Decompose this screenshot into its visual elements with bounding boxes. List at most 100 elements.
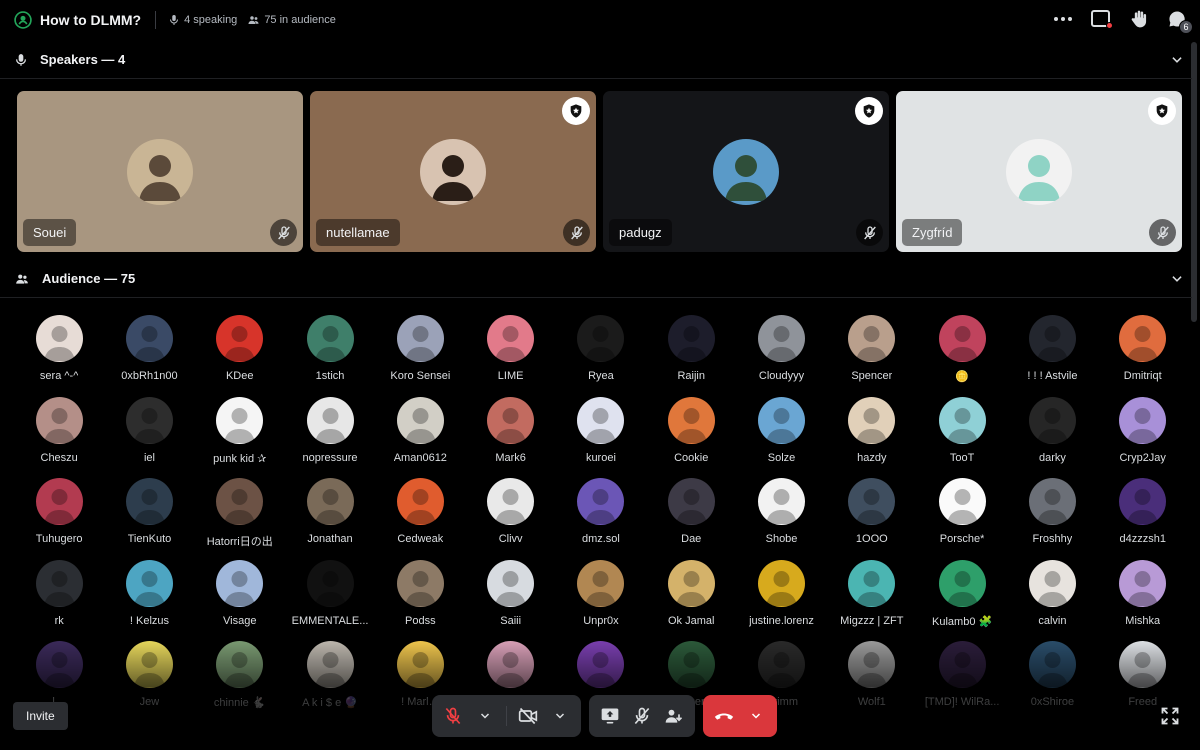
audience-member[interactable]: 0xbRh1n00 <box>104 315 194 397</box>
audience-avatar[interactable] <box>848 315 896 362</box>
audience-member[interactable]: hazdy <box>827 396 917 479</box>
audience-avatar[interactable] <box>125 641 173 688</box>
audience-avatar[interactable] <box>1028 396 1076 444</box>
audience-member[interactable]: Koro Sensei <box>375 315 465 397</box>
video-button[interactable] <box>513 701 543 731</box>
audience-avatar[interactable] <box>1119 315 1167 362</box>
audience-member[interactable]: LIME <box>465 315 555 397</box>
audience-avatar[interactable] <box>1028 559 1076 607</box>
audience-avatar[interactable] <box>848 478 896 525</box>
leave-options-button[interactable] <box>741 701 771 731</box>
audience-avatar[interactable] <box>125 559 173 607</box>
audience-avatar[interactable] <box>577 478 625 525</box>
audience-avatar[interactable] <box>1119 559 1167 607</box>
audience-member[interactable]: Cloudyyy <box>736 315 826 397</box>
audience-avatar[interactable] <box>938 396 986 444</box>
audience-member[interactable]: Clivv <box>465 478 555 560</box>
audience-avatar[interactable] <box>1028 315 1076 362</box>
audience-avatar[interactable] <box>848 641 896 688</box>
audience-avatar[interactable] <box>848 559 896 607</box>
audience-member[interactable]: punk kid ✰ <box>195 396 285 479</box>
audience-avatar[interactable] <box>396 641 444 688</box>
audience-avatar[interactable] <box>125 315 173 362</box>
speaker-tile[interactable]: Souei <box>17 91 303 252</box>
audience-member[interactable]: 0xShiroe <box>1007 641 1097 723</box>
audience-member[interactable]: Migzzz | ZFT <box>827 559 917 642</box>
audience-member[interactable]: Dmitriqt <box>1098 315 1186 397</box>
screen-icon[interactable] <box>1090 8 1113 30</box>
audience-member[interactable]: Jonathan <box>285 478 375 560</box>
audience-member[interactable]: Dae <box>646 478 736 560</box>
audience-avatar[interactable] <box>306 559 354 607</box>
audience-avatar[interactable] <box>487 641 535 688</box>
audience-member[interactable]: Shobe <box>736 478 826 560</box>
audience-avatar[interactable] <box>758 641 806 688</box>
audience-member[interactable]: Wolf1 <box>827 641 917 723</box>
audience-avatar[interactable] <box>577 396 625 444</box>
audience-avatar[interactable] <box>577 559 625 607</box>
audience-avatar[interactable] <box>35 641 83 688</box>
audience-avatar[interactable] <box>1028 641 1076 688</box>
audience-avatar[interactable] <box>35 478 83 525</box>
audience-member[interactable]: Podss <box>375 559 465 642</box>
audience-member[interactable]: KDee <box>195 315 285 397</box>
audience-avatar[interactable] <box>577 315 625 362</box>
audience-avatar[interactable] <box>938 315 986 362</box>
audience-avatar[interactable] <box>667 396 715 444</box>
audience-avatar[interactable] <box>487 559 535 607</box>
audience-member[interactable]: Hatorri日の出 <box>195 478 285 560</box>
audience-avatar[interactable] <box>306 641 354 688</box>
audience-avatar[interactable] <box>487 478 535 525</box>
audience-member[interactable]: Porsche* <box>917 478 1007 560</box>
speaker-tile[interactable]: nutellamae <box>310 91 596 252</box>
audience-avatar[interactable] <box>577 641 625 688</box>
audience-member[interactable]: Ok Jamal <box>646 559 736 642</box>
audience-member[interactable]: [TMD]! WilRa... <box>917 641 1007 723</box>
speaker-avatar[interactable] <box>420 139 486 205</box>
audience-avatar[interactable] <box>667 315 715 362</box>
speaker-avatar[interactable] <box>127 139 193 205</box>
audience-avatar[interactable] <box>216 396 264 444</box>
audience-avatar[interactable] <box>216 315 264 362</box>
audience-member[interactable]: EMMENTALE... <box>285 559 375 642</box>
audience-avatar[interactable] <box>35 315 83 362</box>
audience-avatar[interactable] <box>667 478 715 525</box>
audience-member[interactable]: Visage <box>195 559 285 642</box>
mute-button[interactable] <box>438 701 468 731</box>
audience-member[interactable]: ! ! ! Astvile <box>1007 315 1097 397</box>
audience-member[interactable]: iel <box>104 396 194 479</box>
audience-avatar[interactable] <box>487 396 535 444</box>
mute-audience-button[interactable] <box>627 701 657 731</box>
share-screen-button[interactable] <box>595 701 625 731</box>
audience-avatar[interactable] <box>938 478 986 525</box>
scrollbar[interactable] <box>1191 40 1197 700</box>
speaker-tile[interactable]: Zygfríd <box>896 91 1182 252</box>
audience-avatar[interactable] <box>758 559 806 607</box>
audience-member[interactable]: Unpr0x <box>556 559 646 642</box>
mic-options-button[interactable] <box>470 701 500 731</box>
audience-member[interactable]: calvin <box>1007 559 1097 642</box>
audience-member[interactable]: sera ^-^ <box>14 315 104 397</box>
audience-avatar[interactable] <box>216 641 264 688</box>
audience-member[interactable]: Saiii <box>465 559 555 642</box>
audience-avatar[interactable] <box>758 396 806 444</box>
speaker-avatar[interactable] <box>1006 139 1072 205</box>
audience-avatar[interactable] <box>1119 641 1167 688</box>
audience-member[interactable]: Froshhy <box>1007 478 1097 560</box>
audience-avatar[interactable] <box>667 641 715 688</box>
audience-member[interactable]: Aman0612 <box>375 396 465 479</box>
audience-member[interactable]: TooT <box>917 396 1007 479</box>
speakers-header[interactable]: Speakers — 4 <box>0 41 1192 79</box>
audience-member[interactable]: TienKuto <box>104 478 194 560</box>
audience-member[interactable]: 1stich <box>285 315 375 397</box>
audience-avatar[interactable] <box>1028 478 1076 525</box>
audience-member[interactable]: 🪙 <box>917 315 1007 397</box>
audience-avatar[interactable] <box>758 315 806 362</box>
audience-avatar[interactable] <box>306 478 354 525</box>
audience-avatar[interactable] <box>125 396 173 444</box>
audience-avatar[interactable] <box>667 559 715 607</box>
audience-member[interactable]: 1OOO <box>827 478 917 560</box>
audience-member[interactable]: Jew <box>104 641 194 723</box>
audience-avatar[interactable] <box>216 478 264 525</box>
threads-icon[interactable]: 6 <box>1166 8 1193 34</box>
